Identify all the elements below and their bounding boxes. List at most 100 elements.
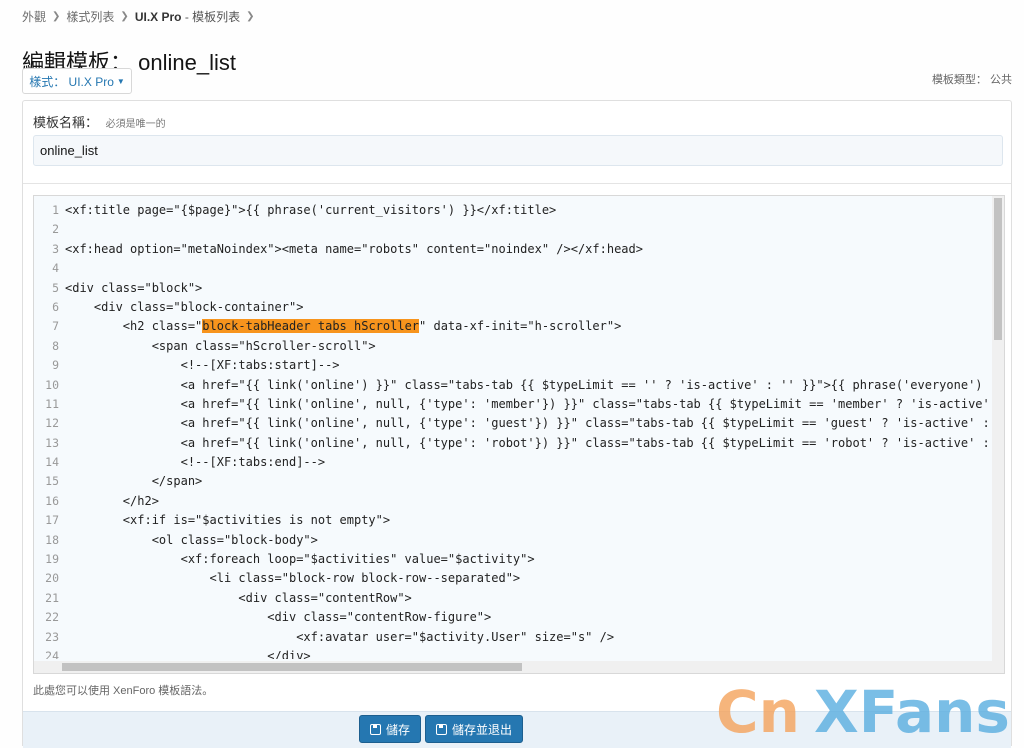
style-selector-label: 樣式： UI.X Pro [29,74,114,89]
code-line[interactable]: 24 </div> [34,647,990,659]
code-line[interactable]: 11 <a href="{{ link('online', null, {'ty… [34,395,990,414]
line-number: 9 [52,358,59,373]
code-line[interactable]: 6 <div class="block-container"> [34,298,990,317]
code-text: <a href="{{ link('online') }}" class="ta… [65,377,990,392]
line-number: 14 [45,455,59,470]
code-line[interactable]: 12 <a href="{{ link('online', null, {'ty… [34,414,990,433]
code-text: <xf:if is="$activities is not empty"> [65,513,391,528]
code-text-suffix: " data-xf-init="h-scroller"> [419,319,622,334]
code-line[interactable]: 19 <xf:foreach loop="$activities" value=… [34,550,990,569]
code-line[interactable]: 17 <xf:if is="$activities is not empty"> [34,511,990,530]
code-editor[interactable]: 1 <xf:title page="{$page}">{{ phrase('cur… [33,195,1005,674]
name-hint: 必須是唯一的 [105,119,166,130]
line-number: 21 [45,590,59,605]
line-number: 13 [45,435,59,450]
template-name-input[interactable] [33,135,1003,166]
line-number: 20 [45,571,59,586]
save-button-label: 儲存 [386,722,411,737]
code-text: <xf:title page="{$page}">{{ phrase('curr… [65,203,557,217]
line-number: 15 [45,474,59,489]
code-line[interactable]: 5 <div class="block"> [34,279,990,298]
code-text: <xf:avatar user="$activity.User" size="s… [65,629,615,644]
code-text: <a href="{{ link('online', null, {'type'… [65,435,990,450]
code-text: <!--[XF:tabs:end]--> [65,455,326,470]
breadcrumb-item-styles[interactable]: 樣式列表 [66,8,114,25]
line-number: 24 [45,648,59,659]
code-text: </span> [65,474,203,489]
code-line[interactable]: 15 </span> [34,472,990,491]
breadcrumb: 外觀 ❯ 樣式列表 ❯ UI.X Pro - 模板列表 ❯ [22,8,261,25]
save-and-exit-button-label: 儲存並退出 [452,722,513,737]
code-line[interactable]: 1 <xf:title page="{$page}">{{ phrase('cur… [34,201,990,220]
code-text: <xf:head option="metaNoindex"><meta name… [65,241,643,256]
save-button[interactable]: 儲存 [359,715,422,743]
code-text: <h2 class="block-tabHeader tabs hScrolle… [65,317,621,336]
caret-down-icon: ▼ [116,76,125,86]
chevron-right-icon: ❯ [246,11,255,22]
code-text: <div class="contentRow"> [65,590,412,605]
line-number: 18 [45,532,59,547]
code-text: <li class="block-row block-row--separate… [65,571,521,586]
line-number: 12 [45,416,59,431]
code-line[interactable]: 10 <a href="{{ link('online') }}" class=… [34,376,990,395]
horizontal-scroll-thumb[interactable] [62,663,522,671]
code-line[interactable]: 9 <!--[XF:tabs:start]--> [34,356,990,375]
line-number: 11 [45,396,59,411]
chevron-right-icon: ❯ [52,11,61,22]
code-text: </div> [65,648,311,659]
code-text: <!--[XF:tabs:start]--> [65,358,340,373]
line-number: 3 [52,241,59,256]
line-number: 10 [45,377,59,392]
horizontal-scrollbar[interactable] [34,661,1004,673]
name-label: 模板名稱： 必須是唯一的 [33,112,166,131]
save-icon [370,723,381,735]
breadcrumb-item-style[interactable]: UI.X Pro - 模板列表 [135,8,240,25]
watermark-text-left: Cn [716,678,800,746]
code-line[interactable]: 16 </h2> [34,492,990,511]
code-line[interactable]: 23 <xf:avatar user="$activity.User" size… [34,628,990,647]
style-selector-button[interactable]: 樣式： UI.X Pro ▼ [22,68,132,94]
code-line[interactable]: 21 <div class="contentRow"> [34,589,990,608]
code-line[interactable]: 22 <div class="contentRow-figure"> [34,608,990,627]
line-number: 6 [52,299,59,314]
breadcrumb-style-name: UI.X Pro [134,10,182,24]
breadcrumb-item-appearance[interactable]: 外觀 [22,8,46,25]
vertical-scrollbar[interactable] [992,196,1004,661]
code-line[interactable]: 3 <xf:head option="metaNoindex"><meta nam… [34,240,990,259]
code-text-prefix: <h2 class=" [65,319,203,334]
line-number: 17 [45,513,59,528]
template-form: 模板名稱： 必須是唯一的 1 <xf:title page="{$page}">{… [22,100,1012,748]
code-line[interactable]: 18 <ol class="block-body"> [34,531,990,550]
breadcrumb-style-suffix: - 模板列表 [181,10,241,24]
code-line[interactable]: 14 <!--[XF:tabs:end]--> [34,453,990,472]
code-line[interactable]: 4 [34,259,990,278]
cnxfans-watermark-logo: Cn XFans [716,678,1010,746]
code-line[interactable]: 8 <span class="hScroller-scroll"> [34,337,990,356]
code-line[interactable]: 13 <a href="{{ link('online', null, {'ty… [34,434,990,453]
code-text: <div class="block-container"> [65,299,304,314]
save-and-exit-button[interactable]: 儲存並退出 [425,715,524,743]
code-line[interactable]: 7 <h2 class="block-tabHeader tabs hScrol… [34,317,990,336]
save-icon [436,723,447,735]
search-highlight: block-tabHeader tabs hScroller [202,319,420,334]
code-text: <a href="{{ link('online', null, {'type'… [65,416,990,431]
code-text: <span class="hScroller-scroll"> [65,338,376,353]
line-number: 1 [52,203,59,217]
line-number: 7 [52,319,59,334]
editor-hint: 此處您可以使用 XenForo 模板語法。 [33,685,214,697]
code-line[interactable]: 2 [34,220,990,239]
line-number: 8 [52,338,59,353]
line-number: 2 [52,222,59,237]
code-text: <div class="contentRow-figure"> [65,610,492,625]
code-text: <div class="block"> [65,280,203,295]
code-lines[interactable]: 1 <xf:title page="{$page}">{{ phrase('cur… [34,201,990,659]
line-number: 23 [45,629,59,644]
code-text: <xf:foreach loop="$activities" value="$a… [65,552,535,567]
chevron-right-icon: ❯ [120,11,129,22]
vertical-scroll-thumb[interactable] [994,198,1002,340]
name-label-text: 模板名稱： [33,115,99,130]
line-number: 19 [45,552,59,567]
code-line[interactable]: 20 <li class="block-row block-row--separ… [34,569,990,588]
template-type: 模板類型： 公共 [931,74,1012,86]
line-number: 4 [52,261,59,276]
